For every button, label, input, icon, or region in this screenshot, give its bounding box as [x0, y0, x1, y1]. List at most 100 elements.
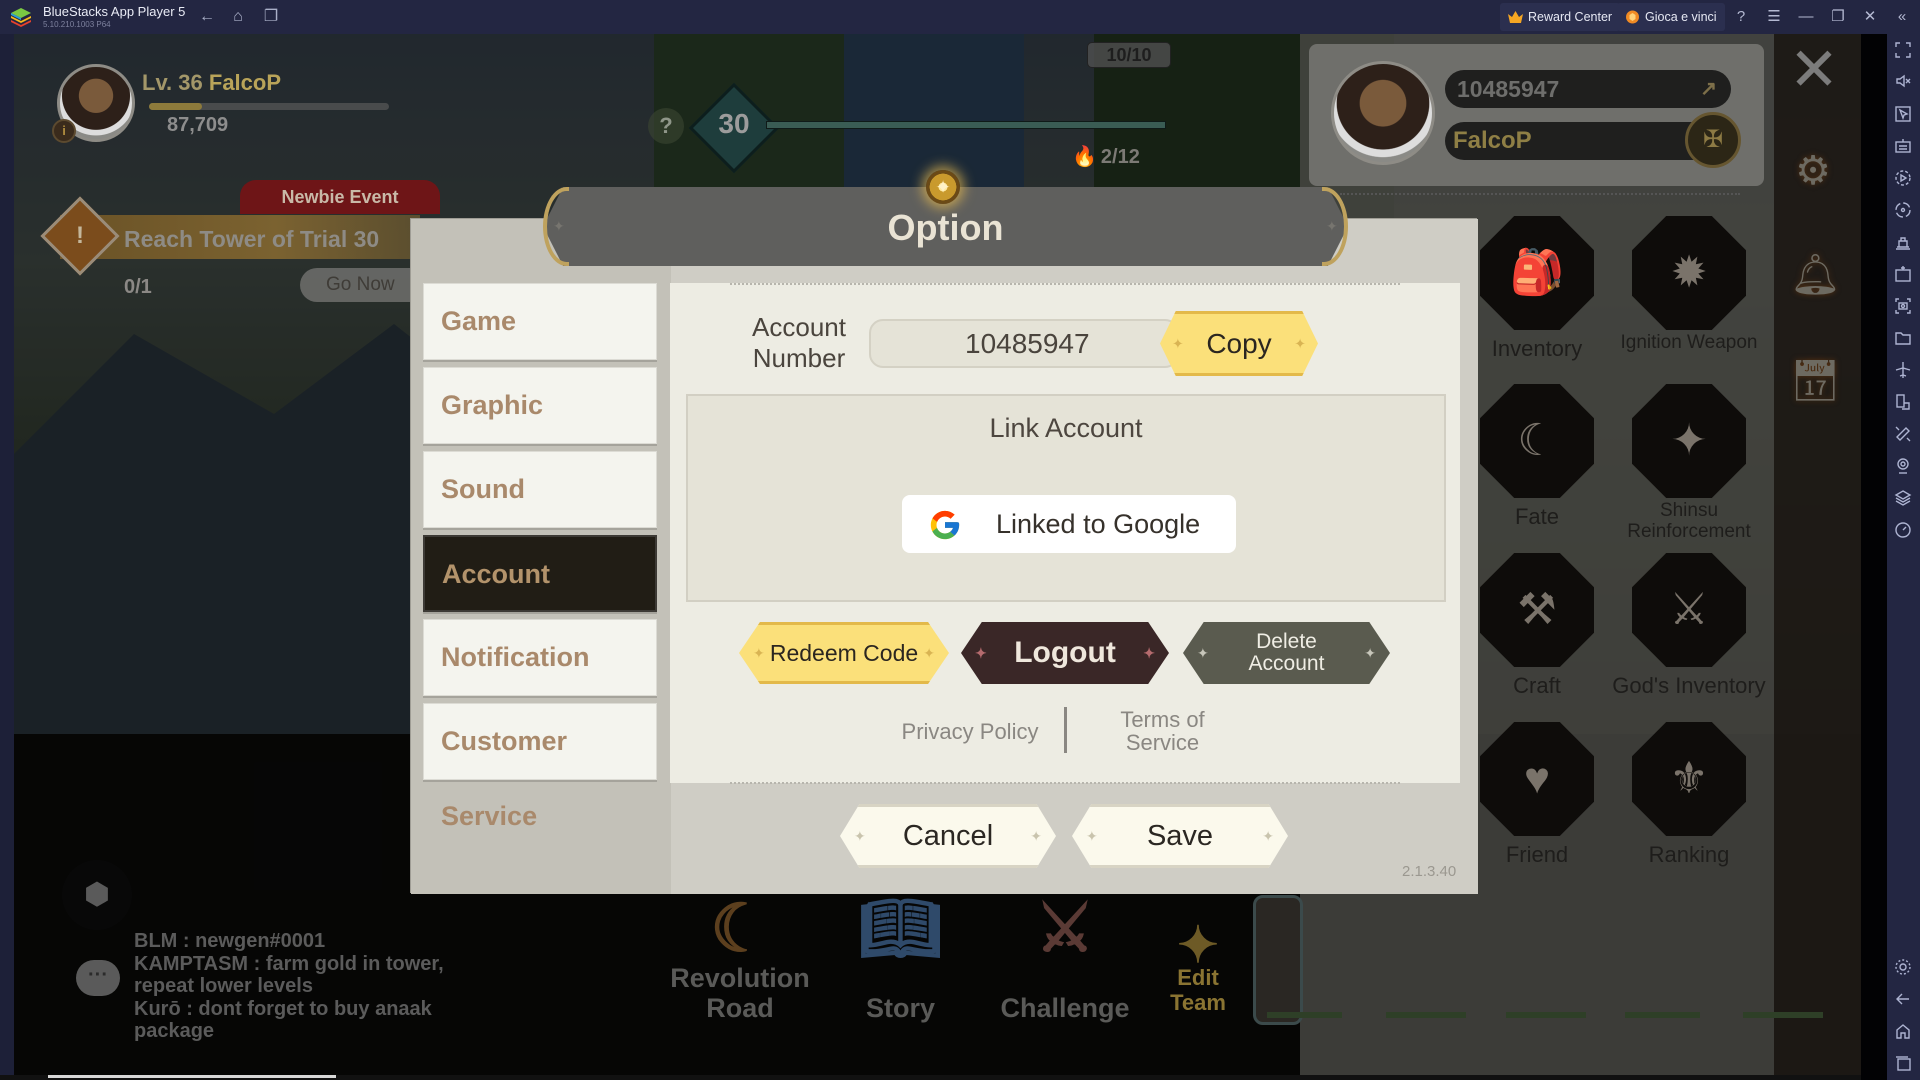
nav-item-customer-service[interactable]: Customer Service	[423, 703, 657, 831]
logout-button[interactable]: ✦ Logout ✦	[961, 622, 1169, 684]
google-link-button[interactable]: Linked to Google	[902, 495, 1236, 553]
performance-icon[interactable]	[1894, 521, 1912, 539]
quest-text: Reach Tower of Trial 30	[124, 226, 380, 252]
back-icon[interactable]: ←	[198, 8, 216, 26]
star-ornament-icon: ✦	[1364, 645, 1376, 661]
location-icon[interactable]	[1894, 457, 1912, 475]
info-icon[interactable]: i	[52, 119, 76, 143]
account-label-line: Account	[752, 312, 846, 342]
copy-label: Copy	[1206, 328, 1272, 359]
profile-avatar[interactable]	[1331, 61, 1435, 165]
menu-icon[interactable]: ☰	[1764, 7, 1784, 27]
nav-item-sound[interactable]: Sound	[423, 451, 657, 528]
ornament-divider-top	[730, 283, 1400, 285]
minimize-icon[interactable]: —	[1796, 7, 1816, 27]
folder-icon[interactable]	[1894, 329, 1912, 347]
restore-icon[interactable]: ❐	[1828, 7, 1848, 27]
menu-label: God's Inventory	[1612, 673, 1766, 698]
chat-bubble-icon[interactable]: ···	[76, 960, 120, 996]
star-ornament-icon: ✦	[975, 645, 987, 661]
copy-button[interactable]: ✦ Copy ✦	[1160, 311, 1318, 376]
settings-icon[interactable]	[1894, 958, 1912, 976]
fullscreen-icon[interactable]	[1894, 41, 1912, 59]
hp-bar	[1743, 1012, 1823, 1018]
floor-number: 30	[718, 108, 750, 139]
pointer-icon[interactable]	[1894, 105, 1912, 123]
android-recents-icon[interactable]	[1894, 1054, 1912, 1072]
nav-item-account[interactable]: Account	[423, 535, 657, 612]
nav-item-notification[interactable]: Notification	[423, 619, 657, 696]
story-button[interactable]: 📖︎ Story	[848, 891, 953, 1023]
lock-icon[interactable]: ⬢	[62, 860, 132, 930]
game-version: 2.1.3.40	[1402, 863, 1457, 880]
redeem-code-label: Redeem Code	[769, 640, 919, 666]
bluestacks-sidebar	[1887, 34, 1920, 1080]
close-panel-icon[interactable]: ✕	[1786, 40, 1842, 100]
nav-item-game[interactable]: Game	[423, 283, 657, 360]
question-icon[interactable]: ?	[648, 108, 684, 144]
reward-center-label: Reward Center	[1528, 10, 1613, 24]
help-icon[interactable]: ?	[1731, 7, 1751, 27]
delete-account-button[interactable]: ✦ Delete Account ✦	[1183, 622, 1390, 684]
eco-mode-icon[interactable]	[1894, 425, 1912, 443]
guild-emblem-icon[interactable]: ✠	[1685, 112, 1741, 168]
collapse-sidebar-icon[interactable]: «	[1892, 7, 1912, 27]
profile-id-value: 10485947	[1457, 76, 1560, 102]
star-ornament-icon: ✦	[923, 645, 935, 661]
flame-icon: 🔥	[1072, 146, 1097, 168]
app-version: 5.10.210.1003 P64	[43, 20, 111, 29]
title-bar: BlueStacks App Player 5 5.10.210.1003 P6…	[0, 0, 1920, 34]
apk-install-icon[interactable]	[1894, 265, 1912, 283]
sidebar-gap	[1861, 34, 1887, 1080]
privacy-policy-link[interactable]: Privacy Policy	[895, 720, 1045, 743]
settings-gear-icon[interactable]: ⚙	[1790, 148, 1836, 194]
layers-icon[interactable]	[1894, 489, 1912, 507]
open-book-icon: 📖︎	[858, 891, 943, 965]
promo-button[interactable]: Gioca e vinci	[1617, 3, 1725, 31]
terms-of-service-link[interactable]: Terms of Service	[1100, 708, 1225, 754]
moon-stars-icon: ☾	[710, 891, 770, 965]
stamina-counter: 🔥 2/12	[1072, 144, 1140, 169]
close-icon[interactable]: ✕	[1860, 7, 1880, 27]
screenshot-icon[interactable]	[1894, 297, 1912, 315]
floor-progress-track	[766, 121, 1166, 129]
profile-account-id[interactable]: 10485947 ↗	[1445, 70, 1731, 108]
nav-item-graphic[interactable]: Graphic	[423, 367, 657, 444]
macro-play-icon[interactable]	[1894, 169, 1912, 187]
keyboard-icon[interactable]	[1894, 137, 1912, 155]
share-arrow-icon[interactable]: ↗	[1700, 70, 1717, 108]
chat-line: KAMPTASM : farm gold in tower, repeat lo…	[134, 952, 444, 998]
stamina-value: 2/12	[1100, 146, 1140, 168]
android-home-icon[interactable]	[1894, 1022, 1912, 1040]
team-character-card[interactable]	[1253, 895, 1303, 1025]
home-icon[interactable]: ⌂	[229, 8, 247, 26]
save-button[interactable]: ✦ Save ✦	[1072, 804, 1288, 868]
calendar-clock-icon[interactable]: 📅︎	[1790, 358, 1841, 404]
edit-team-button[interactable]: ✦ Edit Team	[1158, 917, 1238, 1015]
go-now-button[interactable]: Go Now	[300, 268, 420, 302]
rotate-icon[interactable]	[1894, 201, 1912, 219]
dialog-title: Option	[887, 207, 1004, 248]
terms-label: Service	[1125, 730, 1200, 755]
logout-label: Logout	[1014, 636, 1116, 669]
revolution-road-button[interactable]: ☾ Revolution Road	[665, 891, 815, 1023]
redeem-code-button[interactable]: ✦ Redeem Code ✦	[739, 622, 949, 684]
chat-log[interactable]: BLM : newgen#0001 KAMPTASM : farm gold i…	[134, 930, 464, 1043]
mute-icon[interactable]	[1894, 72, 1912, 90]
bell-icon[interactable]: 🔔︎	[1790, 252, 1841, 298]
story-label: Story	[865, 993, 936, 1023]
reward-center-button[interactable]: Reward Center	[1500, 3, 1621, 31]
android-back-icon[interactable]	[1894, 990, 1912, 1008]
menu-label: Ignition Weapon	[1620, 332, 1758, 353]
header-gem-icon: ✦	[926, 170, 960, 204]
airplane-icon[interactable]	[1894, 361, 1912, 379]
newbie-event-tag[interactable]: Newbie Event	[240, 180, 440, 214]
link-separator	[1064, 707, 1067, 753]
multi-instance-icon[interactable]	[1894, 393, 1912, 411]
cancel-button[interactable]: ✦ Cancel ✦	[840, 804, 1056, 868]
recent-apps-icon[interactable]: ❐	[262, 8, 280, 26]
challenge-label: Challenge	[1000, 993, 1130, 1023]
challenge-button[interactable]: ⚔ Challenge	[990, 891, 1140, 1023]
farm-mode-icon[interactable]	[1894, 233, 1912, 251]
hp-bar	[1625, 1012, 1700, 1018]
